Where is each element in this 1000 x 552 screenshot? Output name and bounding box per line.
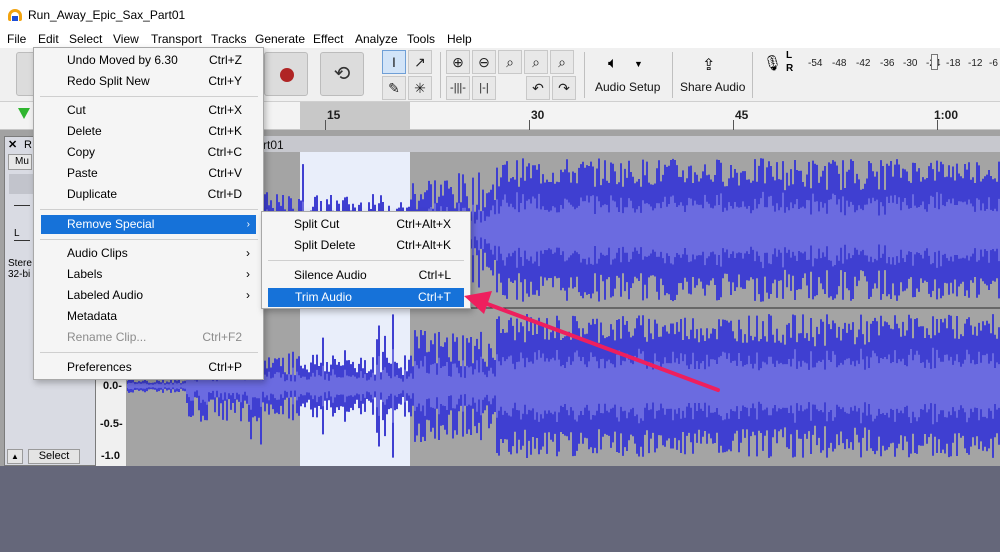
arrow-head-icon <box>464 291 492 314</box>
arrow-shaft <box>480 300 720 392</box>
annotation-arrow <box>464 291 720 392</box>
